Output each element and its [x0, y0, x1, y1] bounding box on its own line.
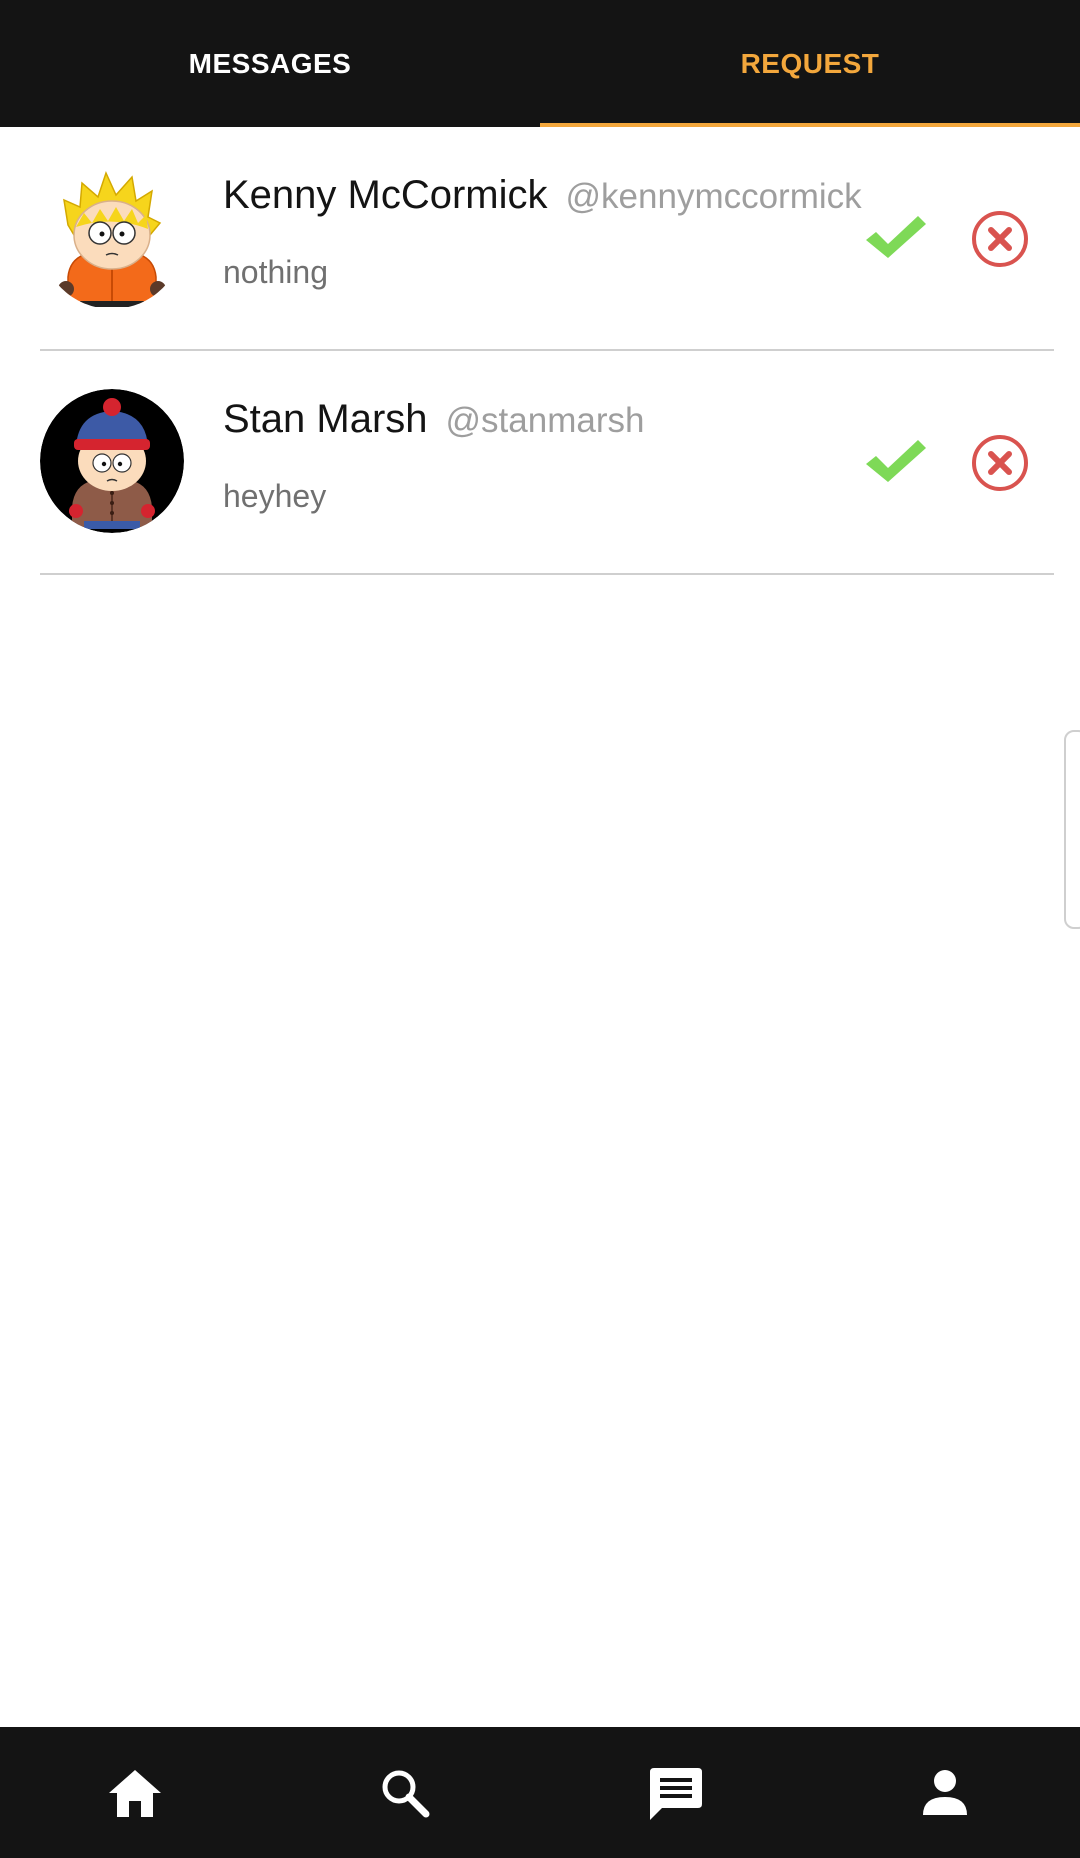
user-name: Kenny McCormick: [223, 173, 548, 217]
name-line: Kenny McCormick @kennymccormick: [223, 173, 862, 218]
close-circle-icon: [972, 211, 1028, 267]
kenny-avatar-image: [40, 165, 184, 309]
messages-icon: [650, 1767, 702, 1820]
request-message: heyhey: [223, 478, 327, 514]
user-handle: @kennymccormick: [565, 177, 862, 216]
stan-avatar-image: [40, 389, 184, 533]
request-row[interactable]: Kenny McCormick @kennymccormick nothing: [40, 127, 1054, 351]
avatar: [40, 389, 184, 533]
nav-profile-button[interactable]: [810, 1727, 1080, 1858]
reject-button[interactable]: [970, 433, 1030, 493]
checkmark-icon: [866, 216, 926, 258]
home-icon: [109, 1769, 161, 1817]
reject-button[interactable]: [970, 209, 1030, 269]
user-name: Stan Marsh: [223, 397, 428, 441]
nav-messages-button[interactable]: [540, 1727, 810, 1858]
close-circle-icon: [972, 435, 1028, 491]
top-tab-bar: MESSAGES REQUEST: [0, 0, 1080, 127]
search-icon: [382, 1770, 430, 1817]
side-scroll-handle[interactable]: [1064, 730, 1080, 929]
profile-icon: [923, 1769, 967, 1815]
nav-home-button[interactable]: [0, 1727, 270, 1858]
request-list: Kenny McCormick @kennymccormick nothing: [40, 127, 1054, 575]
accept-button[interactable]: [864, 436, 928, 488]
tab-request[interactable]: REQUEST: [540, 0, 1080, 127]
name-line: Stan Marsh @stanmarsh: [223, 397, 644, 442]
bottom-nav: [0, 1727, 1080, 1858]
request-row[interactable]: Stan Marsh @stanmarsh heyhey: [40, 351, 1054, 575]
tab-messages[interactable]: MESSAGES: [0, 0, 540, 127]
request-message: nothing: [223, 254, 328, 290]
avatar: [40, 165, 184, 309]
user-handle: @stanmarsh: [445, 401, 645, 440]
screen: MESSAGES REQUEST Kenny McCormick @kennym…: [0, 0, 1080, 1858]
accept-button[interactable]: [864, 212, 928, 264]
checkmark-icon: [866, 440, 926, 482]
nav-search-button[interactable]: [270, 1727, 540, 1858]
